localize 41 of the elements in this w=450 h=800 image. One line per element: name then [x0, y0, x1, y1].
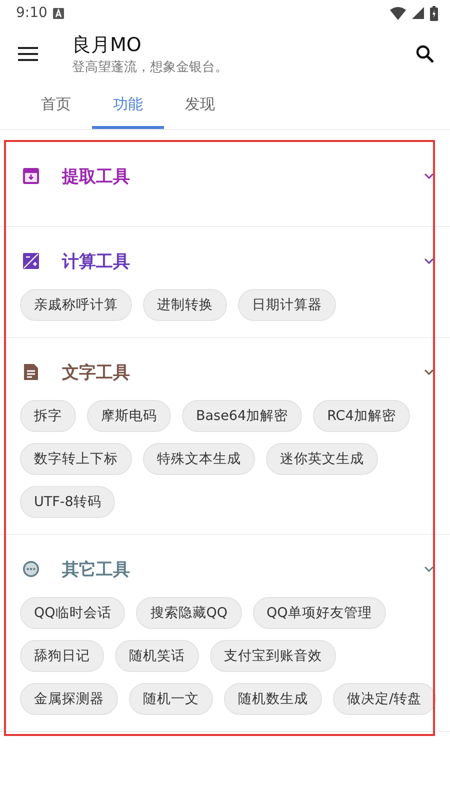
- tab[interactable]: 发现: [164, 82, 236, 129]
- section-title: 其它工具: [62, 558, 130, 580]
- chevron-icon[interactable]: [424, 173, 434, 179]
- tool-chip[interactable]: 搜索隐藏QQ: [136, 597, 242, 629]
- tool-chip[interactable]: 随机数生成: [224, 683, 322, 715]
- tool-chip[interactable]: QQ临时会话: [20, 597, 126, 629]
- chevron-icon[interactable]: [424, 258, 434, 264]
- section-title: 文字工具: [62, 362, 130, 384]
- wifi-icon: [390, 6, 406, 20]
- chevron-icon[interactable]: [424, 566, 434, 572]
- tab[interactable]: 首页: [20, 82, 92, 129]
- app-subtitle: 登高望蓬流，想象金银台。: [72, 59, 229, 76]
- tab[interactable]: 功能: [92, 82, 164, 129]
- tool-chip[interactable]: 摩斯电码: [87, 400, 171, 432]
- notification-icon: [53, 8, 64, 18]
- chevron-icon[interactable]: [424, 369, 434, 375]
- search-icon[interactable]: [416, 45, 434, 63]
- tool-chip[interactable]: 特殊文本生成: [143, 443, 255, 475]
- tool-chip[interactable]: 金属探测器: [20, 683, 118, 715]
- tool-chip[interactable]: 数字转上下标: [20, 443, 132, 475]
- tool-chip[interactable]: Base64加解密: [182, 400, 302, 432]
- app-title: 良月MO: [72, 33, 142, 58]
- tool-chip[interactable]: 亲戚称呼计算: [20, 289, 132, 321]
- tool-chip[interactable]: 随机笑话: [115, 640, 199, 672]
- battery-icon: [430, 6, 438, 20]
- menu-icon[interactable]: [18, 47, 38, 61]
- tool-chip[interactable]: 舔狗日记: [20, 640, 104, 672]
- tool-chip[interactable]: UTF-8转码: [20, 486, 116, 518]
- tool-chip[interactable]: 做决定/转盘: [333, 683, 436, 715]
- tool-chip[interactable]: 支付宝到账音效: [210, 640, 336, 672]
- tool-chip[interactable]: 进制转换: [143, 289, 227, 321]
- tool-chip[interactable]: 拆字: [20, 400, 76, 432]
- tool-chip[interactable]: RC4加解密: [313, 400, 410, 432]
- tool-chip[interactable]: 日期计算器: [238, 289, 336, 321]
- tool-chip[interactable]: QQ单项好友管理: [252, 597, 386, 629]
- section-title: 提取工具: [62, 166, 130, 188]
- status-time: 9:10: [16, 5, 48, 21]
- tool-chip[interactable]: 迷你英文生成: [266, 443, 378, 475]
- signal-icon: [412, 7, 424, 19]
- tool-chip[interactable]: 随机一文: [129, 683, 213, 715]
- section-title: 计算工具: [62, 250, 130, 272]
